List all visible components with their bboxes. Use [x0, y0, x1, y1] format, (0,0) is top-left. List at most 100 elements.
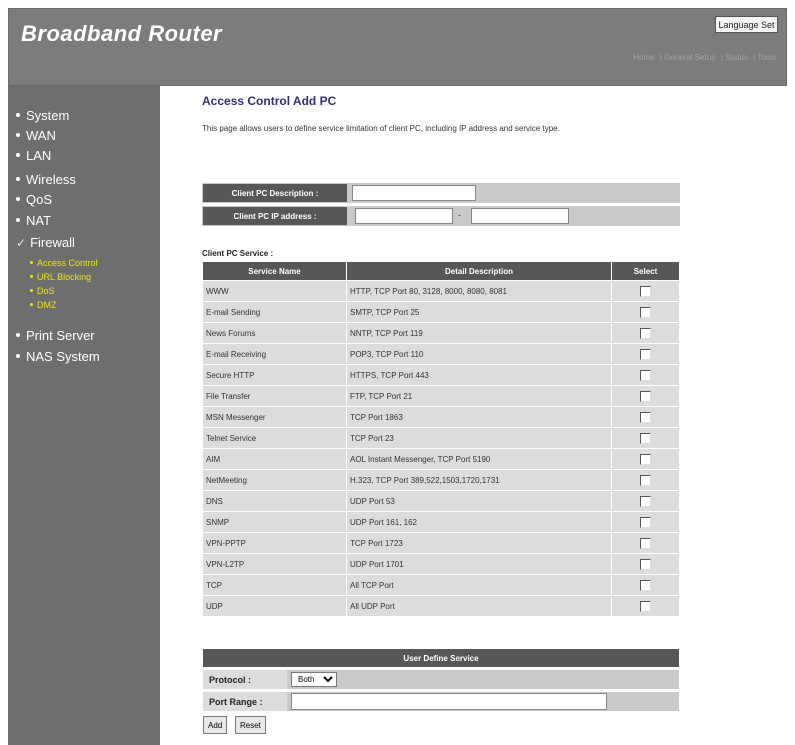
ip-range-separator: - [458, 210, 461, 220]
bullet-icon [16, 196, 20, 201]
protocol-select[interactable]: Both [291, 672, 337, 687]
service-name-cell: WWW [203, 281, 346, 301]
bullet-icon [16, 217, 20, 222]
bullet-icon [16, 332, 20, 337]
client-desc-label: Client PC Description : [203, 184, 347, 202]
service-table-body: WWW HTTP, TCP Port 80, 3128, 8000, 8080, … [203, 281, 679, 616]
service-name-cell: NetMeeting [203, 470, 346, 490]
service-select-cell [612, 491, 679, 511]
service-name-cell: MSN Messenger [203, 407, 346, 427]
sidebar: System WAN LAN Wireless QoS NAT ✓ Firewal… [8, 86, 160, 745]
service-select-cell [612, 428, 679, 448]
service-select-checkbox[interactable] [640, 348, 651, 360]
brand-title: Broadband Router [21, 21, 223, 46]
service-select-checkbox[interactable] [640, 306, 651, 318]
port-range-input[interactable] [291, 693, 607, 710]
table-row: E-mail Receiving POP3, TCP Port 110 [203, 344, 679, 364]
service-select-cell [612, 575, 679, 595]
bullet-icon [30, 261, 33, 265]
table-row: SNMP UDP Port 161, 162 [203, 512, 679, 532]
table-row: Secure HTTP HTTPS, TCP Port 443 [203, 365, 679, 385]
sidebar-item-system[interactable]: System [16, 108, 69, 123]
column-header-service: Service Name [203, 262, 346, 280]
service-name-cell: UDP [203, 596, 346, 616]
service-detail-cell: NNTP, TCP Port 119 [347, 323, 611, 343]
table-row: WWW HTTP, TCP Port 80, 3128, 8000, 8080, … [203, 281, 679, 301]
client-ip-end-input[interactable] [471, 208, 569, 224]
sidebar-subitem-access-control[interactable]: Access Control [30, 258, 98, 268]
service-select-checkbox[interactable] [640, 432, 651, 444]
bullet-icon [16, 152, 20, 157]
protocol-row: Protocol : Both [203, 670, 679, 689]
service-select-cell [612, 470, 679, 490]
sidebar-subitem-url-blocking[interactable]: URL Blocking [30, 272, 91, 282]
table-row: AIM AOL Instant Messenger, TCP Port 5190 [203, 449, 679, 469]
client-desc-row: Client PC Description : [202, 183, 680, 203]
sidebar-item-wireless[interactable]: Wireless [16, 172, 76, 187]
bullet-icon [30, 303, 33, 307]
service-select-cell [612, 323, 679, 343]
sidebar-item-print-server[interactable]: Print Server [16, 328, 95, 343]
service-detail-cell: TCP Port 1863 [347, 407, 611, 427]
table-row: MSN Messenger TCP Port 1863 [203, 407, 679, 427]
service-select-checkbox[interactable] [640, 537, 651, 549]
service-detail-cell: HTTPS, TCP Port 443 [347, 365, 611, 385]
client-desc-input[interactable] [352, 185, 476, 201]
service-name-cell: Secure HTTP [203, 365, 346, 385]
service-select-checkbox[interactable] [640, 516, 651, 528]
table-header-row: Service Name Detail Description Select [203, 262, 679, 280]
sidebar-item-firewall[interactable]: ✓ Firewall [16, 235, 75, 250]
service-select-cell [612, 596, 679, 616]
service-name-cell: DNS [203, 491, 346, 511]
service-select-checkbox[interactable] [640, 411, 651, 423]
reset-button[interactable]: Reset [235, 716, 266, 734]
service-select-cell [612, 365, 679, 385]
service-select-checkbox[interactable] [640, 579, 651, 591]
top-link-status[interactable]: | Status [721, 53, 748, 62]
top-link-tools[interactable]: | Tools [753, 53, 776, 62]
service-select-cell [612, 533, 679, 553]
service-detail-cell: HTTP, TCP Port 80, 3128, 8000, 8080, 808… [347, 281, 611, 301]
sidebar-item-lan[interactable]: LAN [16, 148, 51, 163]
service-detail-cell: SMTP, TCP Port 25 [347, 302, 611, 322]
main-content: Access Control Add PC This page allows u… [160, 86, 787, 745]
service-select-checkbox[interactable] [640, 453, 651, 465]
table-row: VPN-PPTP TCP Port 1723 [203, 533, 679, 553]
service-select-checkbox[interactable] [640, 369, 651, 381]
service-detail-cell: TCP Port 23 [347, 428, 611, 448]
sidebar-subitem-dos[interactable]: DoS [30, 286, 55, 296]
sidebar-item-nas-system[interactable]: NAS System [16, 349, 100, 364]
add-button[interactable]: Add [203, 716, 228, 734]
sidebar-item-wan[interactable]: WAN [16, 128, 56, 143]
bullet-icon [16, 353, 20, 358]
sidebar-item-nat[interactable]: NAT [16, 213, 51, 228]
top-link-general-setup[interactable]: | General Setup [660, 53, 716, 62]
service-detail-cell: H.323, TCP Port 389,522,1503,1720,1731 [347, 470, 611, 490]
sidebar-item-qos[interactable]: QoS [16, 192, 52, 207]
service-detail-cell: POP3, TCP Port 110 [347, 344, 611, 364]
service-select-checkbox[interactable] [640, 474, 651, 486]
table-row: TCP All TCP Port [203, 575, 679, 595]
top-link-home[interactable]: Home [633, 53, 654, 62]
service-name-cell: VPN-PPTP [203, 533, 346, 553]
column-header-select: Select [612, 262, 679, 280]
language-set-button[interactable]: Language Set [715, 16, 778, 33]
port-range-label: Port Range : [203, 692, 287, 711]
service-select-checkbox[interactable] [640, 495, 651, 507]
service-name-cell: E-mail Sending [203, 302, 346, 322]
sidebar-subitem-dmz[interactable]: DMZ [30, 300, 57, 310]
service-detail-cell: AOL Instant Messenger, TCP Port 5190 [347, 449, 611, 469]
service-select-checkbox[interactable] [640, 390, 651, 402]
service-select-cell [612, 281, 679, 301]
service-select-checkbox[interactable] [640, 558, 651, 570]
service-select-checkbox[interactable] [640, 327, 651, 339]
service-name-cell: File Transfer [203, 386, 346, 406]
service-name-cell: AIM [203, 449, 346, 469]
port-range-row: Port Range : [203, 692, 679, 711]
service-select-cell [612, 512, 679, 532]
client-ip-start-input[interactable] [355, 208, 453, 224]
bullet-icon [16, 176, 20, 181]
service-select-checkbox[interactable] [640, 600, 651, 612]
service-select-checkbox[interactable] [640, 285, 651, 297]
table-row: Telnet Service TCP Port 23 [203, 428, 679, 448]
